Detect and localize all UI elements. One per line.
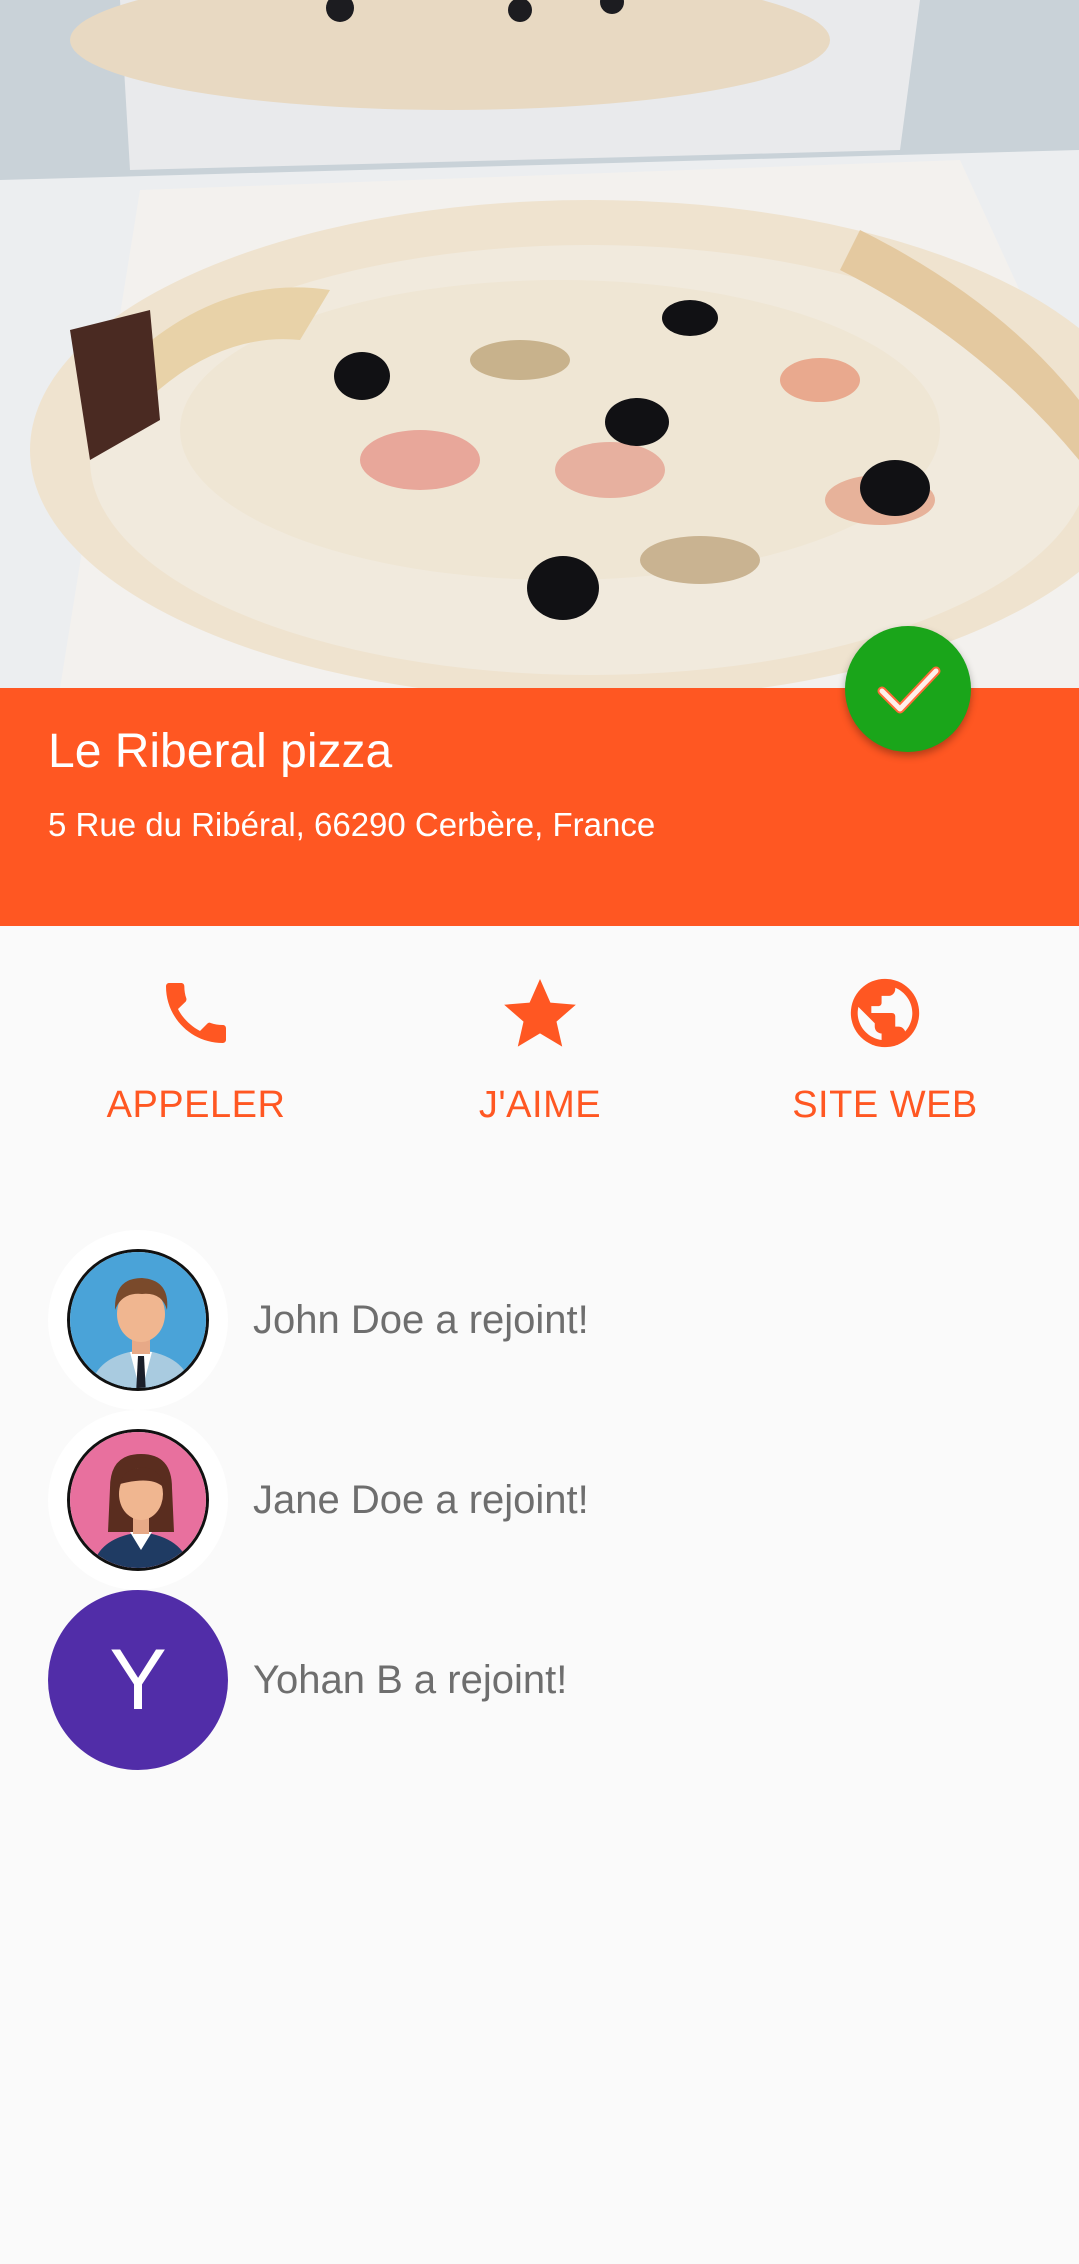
call-button[interactable]: APPELER xyxy=(46,970,346,1150)
call-label: APPELER xyxy=(106,1084,286,1126)
list-item: Jane Doe a rejoint! xyxy=(0,1410,1079,1590)
website-button[interactable]: SITE WEB xyxy=(735,970,1035,1150)
avatar xyxy=(48,1410,228,1590)
like-button[interactable]: J'AIME xyxy=(390,970,690,1150)
woman-avatar xyxy=(67,1429,209,1571)
avatar: Y xyxy=(48,1590,228,1770)
activity-text: John Doe a rejoint! xyxy=(253,1297,589,1342)
globe-icon xyxy=(842,970,928,1056)
like-label: J'AIME xyxy=(478,1084,602,1126)
website-label: SITE WEB xyxy=(792,1084,978,1126)
restaurant-address: 5 Rue du Ribéral, 66290 Cerbère, France xyxy=(48,806,656,843)
man-avatar xyxy=(67,1249,209,1391)
activity-text: Jane Doe a rejoint! xyxy=(253,1477,589,1522)
avatar xyxy=(48,1230,228,1410)
restaurant-name: Le Riberal pizza xyxy=(48,725,393,778)
action-bar: APPELER J'AIME SITE WEB xyxy=(0,970,1079,1150)
restaurant-photo xyxy=(0,0,1079,688)
check-in-button[interactable] xyxy=(845,626,971,752)
check-icon xyxy=(877,666,941,714)
list-item: Y Yohan B a rejoint! xyxy=(0,1590,1079,1770)
activity-text: Yohan B a rejoint! xyxy=(253,1657,568,1702)
phone-icon xyxy=(153,970,239,1056)
star-icon xyxy=(497,970,583,1056)
list-item: John Doe a rejoint! xyxy=(0,1230,1079,1410)
avatar-letter: Y xyxy=(109,1631,167,1728)
